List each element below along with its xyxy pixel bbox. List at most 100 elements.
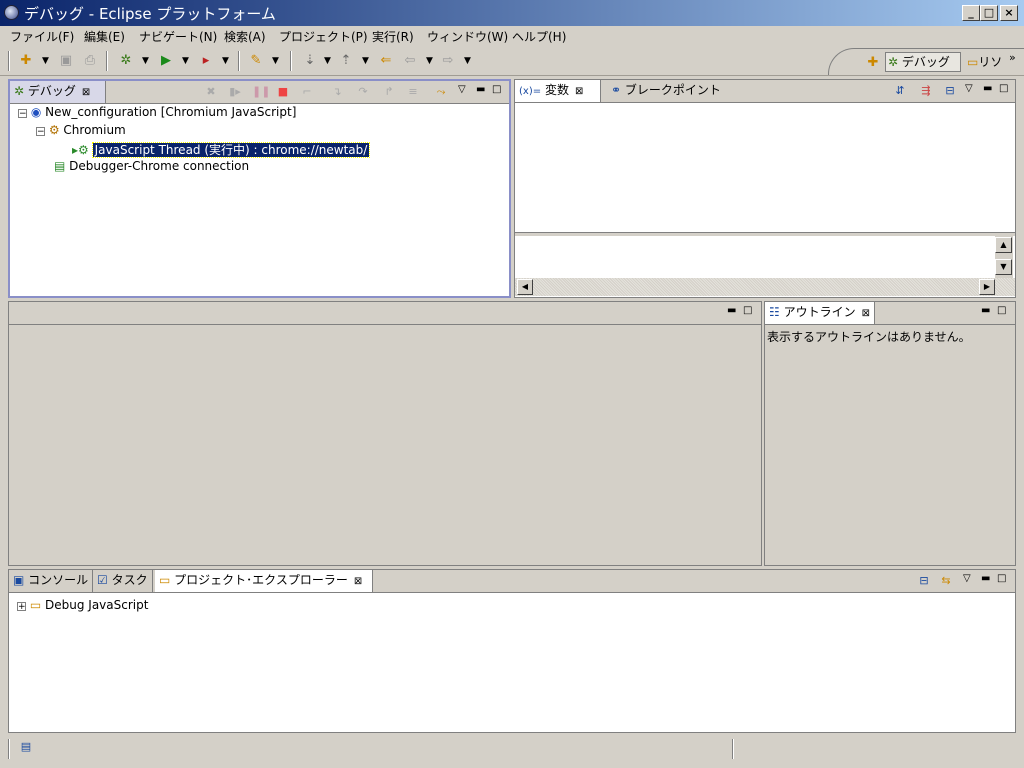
view-menu-icon[interactable]: ▽ [963, 572, 971, 586]
tab-tasks[interactable]: ☑ タスク [93, 570, 153, 592]
external-tools-icon[interactable]: ▸ [198, 53, 214, 69]
previous-annotation-icon[interactable]: ⇡ [338, 53, 354, 69]
minimize-view-button[interactable]: ▬ [476, 83, 485, 97]
maximize-view-button[interactable]: □ [492, 83, 501, 97]
outline-view: ☷ アウトライン ⊠ ▬ □ 表示するアウトラインはありません。 [764, 301, 1016, 566]
maximize-view-button[interactable]: □ [997, 304, 1006, 318]
collapse-all-icon[interactable]: ⊟ [917, 574, 931, 588]
view-menu-icon[interactable]: ▽ [458, 83, 466, 97]
editor-area: ▬ □ [8, 301, 762, 566]
view-menu-icon[interactable]: ▽ [965, 82, 973, 96]
close-icon[interactable]: ⊠ [82, 87, 90, 98]
close-icon[interactable]: ⊠ [354, 576, 362, 587]
tab-project-explorer[interactable]: ▭ プロジェクト･エクスプローラー ⊠ [155, 570, 373, 592]
menu-project[interactable]: プロジェクト(P) [279, 28, 368, 45]
tree-item-config[interactable]: − ◉ New_configuration [Chromium JavaScri… [18, 105, 296, 119]
chevron-down-icon[interactable]: ▼ [142, 53, 149, 69]
scroll-right-icon[interactable]: ▶ [979, 279, 995, 295]
drop-to-frame-icon[interactable]: ≡ [406, 85, 420, 99]
scroll-down-icon[interactable]: ▼ [995, 259, 1012, 275]
menu-edit[interactable]: 編集(E) [84, 28, 125, 45]
minimize-view-button[interactable]: ▬ [983, 82, 992, 96]
menu-run[interactable]: 実行(R) [372, 28, 414, 45]
chevron-down-icon[interactable]: ▼ [182, 53, 189, 69]
disconnect-icon[interactable]: ⌐ [300, 85, 314, 99]
chevron-down-icon[interactable]: ▼ [222, 53, 229, 69]
tree-item-thread[interactable]: ▸⚙ JavaScript Thread (実行中) : chrome://ne… [72, 141, 371, 158]
menu-search[interactable]: 検索(A) [224, 28, 266, 45]
toolbar-separator [106, 51, 108, 71]
horizontal-scrollbar[interactable]: ◀ ▶ [515, 278, 1015, 296]
menu-window[interactable]: ウィンドウ(W) [427, 28, 508, 45]
minimize-view-button[interactable]: ▬ [981, 572, 990, 586]
resume-icon[interactable]: ▮▸ [228, 85, 242, 99]
vertical-scrollbar[interactable]: ▲ ▼ [995, 235, 1013, 279]
minimize-button[interactable]: _ [962, 5, 980, 21]
next-annotation-icon[interactable]: ⇣ [302, 53, 318, 69]
terminate-icon[interactable]: ■ [276, 85, 290, 99]
remove-terminated-icon[interactable]: ✖ [204, 85, 218, 99]
menu-navigate[interactable]: ナビゲート(N) [139, 28, 217, 45]
perspective-resource[interactable]: ▭リソ [967, 53, 1002, 70]
debug-icon[interactable]: ✲ [118, 53, 134, 69]
show-logical-structure-icon[interactable]: ⇶ [919, 84, 933, 98]
maximize-view-button[interactable]: □ [999, 82, 1008, 96]
tab-outline[interactable]: ☷ アウトライン ⊠ [765, 302, 875, 324]
save-icon[interactable]: ▣ [58, 53, 74, 69]
variables-icon: (x)= [519, 86, 542, 97]
run-icon[interactable]: ▶ [158, 53, 174, 69]
toolbar-separator [8, 51, 10, 71]
print-icon[interactable]: ⎙ [82, 53, 98, 69]
pen-icon[interactable]: ✎ [248, 53, 264, 69]
chevron-down-icon[interactable]: ▼ [362, 53, 369, 69]
suspend-icon[interactable]: ❚❚ [252, 85, 270, 99]
detail-pane-sash[interactable] [515, 232, 1015, 236]
tab-variables[interactable]: (x)= 変数 ⊠ [515, 80, 601, 102]
chevron-down-icon[interactable]: ▼ [42, 53, 49, 69]
last-edit-icon[interactable]: ⇐ [378, 53, 394, 69]
step-over-icon[interactable]: ↷ [356, 85, 370, 99]
tree-item-connection[interactable]: ▤ Debugger-Chrome connection [54, 159, 249, 173]
link-with-editor-icon[interactable]: ⇆ [939, 574, 953, 588]
close-button[interactable]: × [1000, 5, 1018, 21]
chevron-down-icon[interactable]: ▼ [426, 53, 433, 69]
maximize-button[interactable]: □ [980, 5, 998, 21]
folder-icon: ▭ [159, 573, 171, 587]
tree-item-target[interactable]: − ⚙ Chromium [36, 123, 126, 137]
tab-console[interactable]: ▣ コンソール [9, 570, 94, 592]
step-into-icon[interactable]: ↴ [330, 85, 344, 99]
back-icon[interactable]: ⇦ [402, 53, 418, 69]
use-step-filters-icon[interactable]: ⤳ [434, 85, 448, 99]
new-icon[interactable]: ✚ [18, 53, 34, 69]
chevron-down-icon[interactable]: ▼ [464, 53, 471, 69]
tab-debug[interactable]: ✲ デバッグ ⊠ [10, 81, 106, 103]
scroll-left-icon[interactable]: ◀ [517, 279, 533, 295]
maximize-view-button[interactable]: □ [997, 572, 1006, 586]
close-icon[interactable]: ⊠ [575, 86, 583, 97]
collapse-all-icon[interactable]: ⊟ [943, 84, 957, 98]
title-bar: デバッグ - Eclipse プラットフォーム _ □ × [0, 0, 1024, 26]
chevron-down-icon[interactable]: ▼ [272, 53, 279, 69]
open-perspective-icon[interactable]: ✚ [865, 55, 881, 71]
fast-view-icon[interactable]: ▤ [18, 739, 34, 755]
show-type-names-icon[interactable]: ⇵ [893, 84, 907, 98]
toolbar-separator [238, 51, 240, 71]
menu-help[interactable]: ヘルプ(H) [512, 28, 566, 45]
minimize-view-button[interactable]: ▬ [727, 304, 736, 318]
tab-breakpoints[interactable]: ⚭ ブレークポイント [607, 80, 725, 102]
step-return-icon[interactable]: ↱ [382, 85, 396, 99]
collapse-icon[interactable]: − [36, 127, 45, 137]
minimize-view-button[interactable]: ▬ [981, 304, 990, 318]
maximize-view-button[interactable]: □ [743, 304, 752, 318]
collapse-icon[interactable]: − [18, 109, 27, 119]
scroll-up-icon[interactable]: ▲ [995, 237, 1012, 253]
tree-item-project[interactable]: + ▭ Debug JavaScript [17, 598, 148, 612]
expand-icon[interactable]: + [17, 602, 26, 612]
perspective-debug[interactable]: ✲ デバッグ [885, 52, 961, 72]
more-perspectives-button[interactable]: » [1009, 51, 1016, 64]
close-icon[interactable]: ⊠ [862, 308, 870, 319]
forward-icon[interactable]: ⇨ [440, 53, 456, 69]
menu-file[interactable]: ファイル(F) [10, 28, 74, 45]
chevron-down-icon[interactable]: ▼ [324, 53, 331, 69]
launch-config-icon: ◉ [30, 105, 42, 119]
